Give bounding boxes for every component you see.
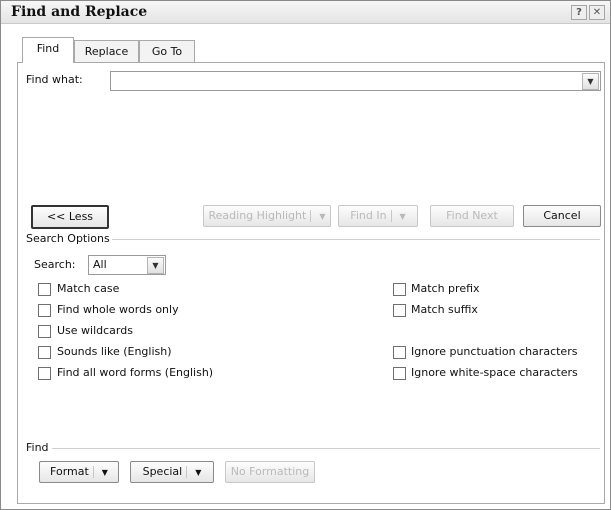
less-button-label: << Less: [46, 210, 94, 223]
word-forms-checkbox[interactable]: [38, 367, 51, 380]
sounds-like-checkbox[interactable]: [38, 346, 51, 359]
match-prefix-checkbox[interactable]: [393, 283, 406, 296]
wildcards-label[interactable]: Use wildcards: [57, 324, 133, 337]
search-direction-select[interactable]: All ▼: [88, 255, 166, 275]
match-suffix-checkbox[interactable]: [393, 304, 406, 317]
tab-find[interactable]: Find: [22, 37, 74, 63]
caret-down-icon: ▼: [101, 468, 108, 477]
match-case-checkbox[interactable]: [38, 283, 51, 296]
help-icon[interactable]: ?: [571, 5, 587, 20]
chevron-down-icon[interactable]: ▼: [147, 257, 164, 274]
window-title: Find and Replace: [11, 4, 148, 20]
find-in-button: Find In ▼: [338, 205, 418, 227]
caret-down-icon: ▼: [319, 212, 326, 221]
ignore-punctuation-checkbox[interactable]: [393, 346, 406, 359]
find-next-button: Find Next: [430, 205, 514, 227]
find-what-input[interactable]: ▼: [110, 71, 601, 91]
search-direction-value: All: [93, 258, 107, 271]
cancel-button-label: Cancel: [543, 209, 581, 222]
caret-down-icon: ▼: [195, 468, 202, 477]
find-next-label: Find Next: [446, 209, 498, 222]
chevron-down-icon[interactable]: ▼: [582, 73, 599, 90]
format-button[interactable]: Format ▼: [39, 461, 119, 483]
ignore-whitespace-checkbox[interactable]: [393, 367, 406, 380]
tab-go-to[interactable]: Go To: [139, 40, 195, 63]
no-formatting-button: No Formatting: [225, 461, 315, 483]
find-what-label: Find what:: [26, 73, 83, 86]
find-section-divider: [52, 448, 600, 449]
tab-find-label: Find: [36, 42, 60, 55]
reading-highlight-label: Reading Highlight: [208, 209, 307, 222]
match-prefix-label[interactable]: Match prefix: [411, 282, 480, 295]
ignore-whitespace-label[interactable]: Ignore white-space characters: [411, 366, 578, 379]
less-button[interactable]: << Less: [31, 205, 109, 229]
format-button-label: Format: [50, 465, 89, 478]
search-options-divider: [112, 239, 600, 240]
match-suffix-label[interactable]: Match suffix: [411, 303, 478, 316]
cancel-button[interactable]: Cancel: [523, 205, 601, 227]
search-label: Search:: [34, 258, 76, 271]
find-and-replace-dialog: Find and Replace ? ✕ Find Replace Go To …: [0, 0, 611, 510]
find-tab-panel: Find what: ▼ << Less Reading Highlight ▼ …: [17, 62, 605, 504]
reading-highlight-button: Reading Highlight ▼: [203, 205, 331, 227]
find-in-label: Find In: [350, 209, 387, 222]
tab-replace-label: Replace: [84, 45, 129, 58]
special-button-label: Special: [142, 465, 183, 478]
match-case-label[interactable]: Match case: [57, 282, 119, 295]
whole-words-checkbox[interactable]: [38, 304, 51, 317]
search-options-heading: Search Options: [26, 232, 110, 245]
tab-go-to-label: Go To: [151, 45, 183, 58]
ignore-punctuation-label[interactable]: Ignore punctuation characters: [411, 345, 577, 358]
caret-down-icon: ▼: [399, 212, 406, 221]
no-formatting-label: No Formatting: [230, 465, 310, 478]
wildcards-checkbox[interactable]: [38, 325, 51, 338]
sounds-like-label[interactable]: Sounds like (English): [57, 345, 172, 358]
close-icon[interactable]: ✕: [589, 5, 605, 20]
word-forms-label[interactable]: Find all word forms (English): [57, 366, 213, 379]
whole-words-label[interactable]: Find whole words only: [57, 303, 179, 316]
special-button[interactable]: Special ▼: [130, 461, 214, 483]
title-bar[interactable]: Find and Replace ? ✕: [1, 1, 610, 24]
find-section-heading: Find: [26, 441, 49, 454]
tab-replace[interactable]: Replace: [74, 40, 139, 63]
